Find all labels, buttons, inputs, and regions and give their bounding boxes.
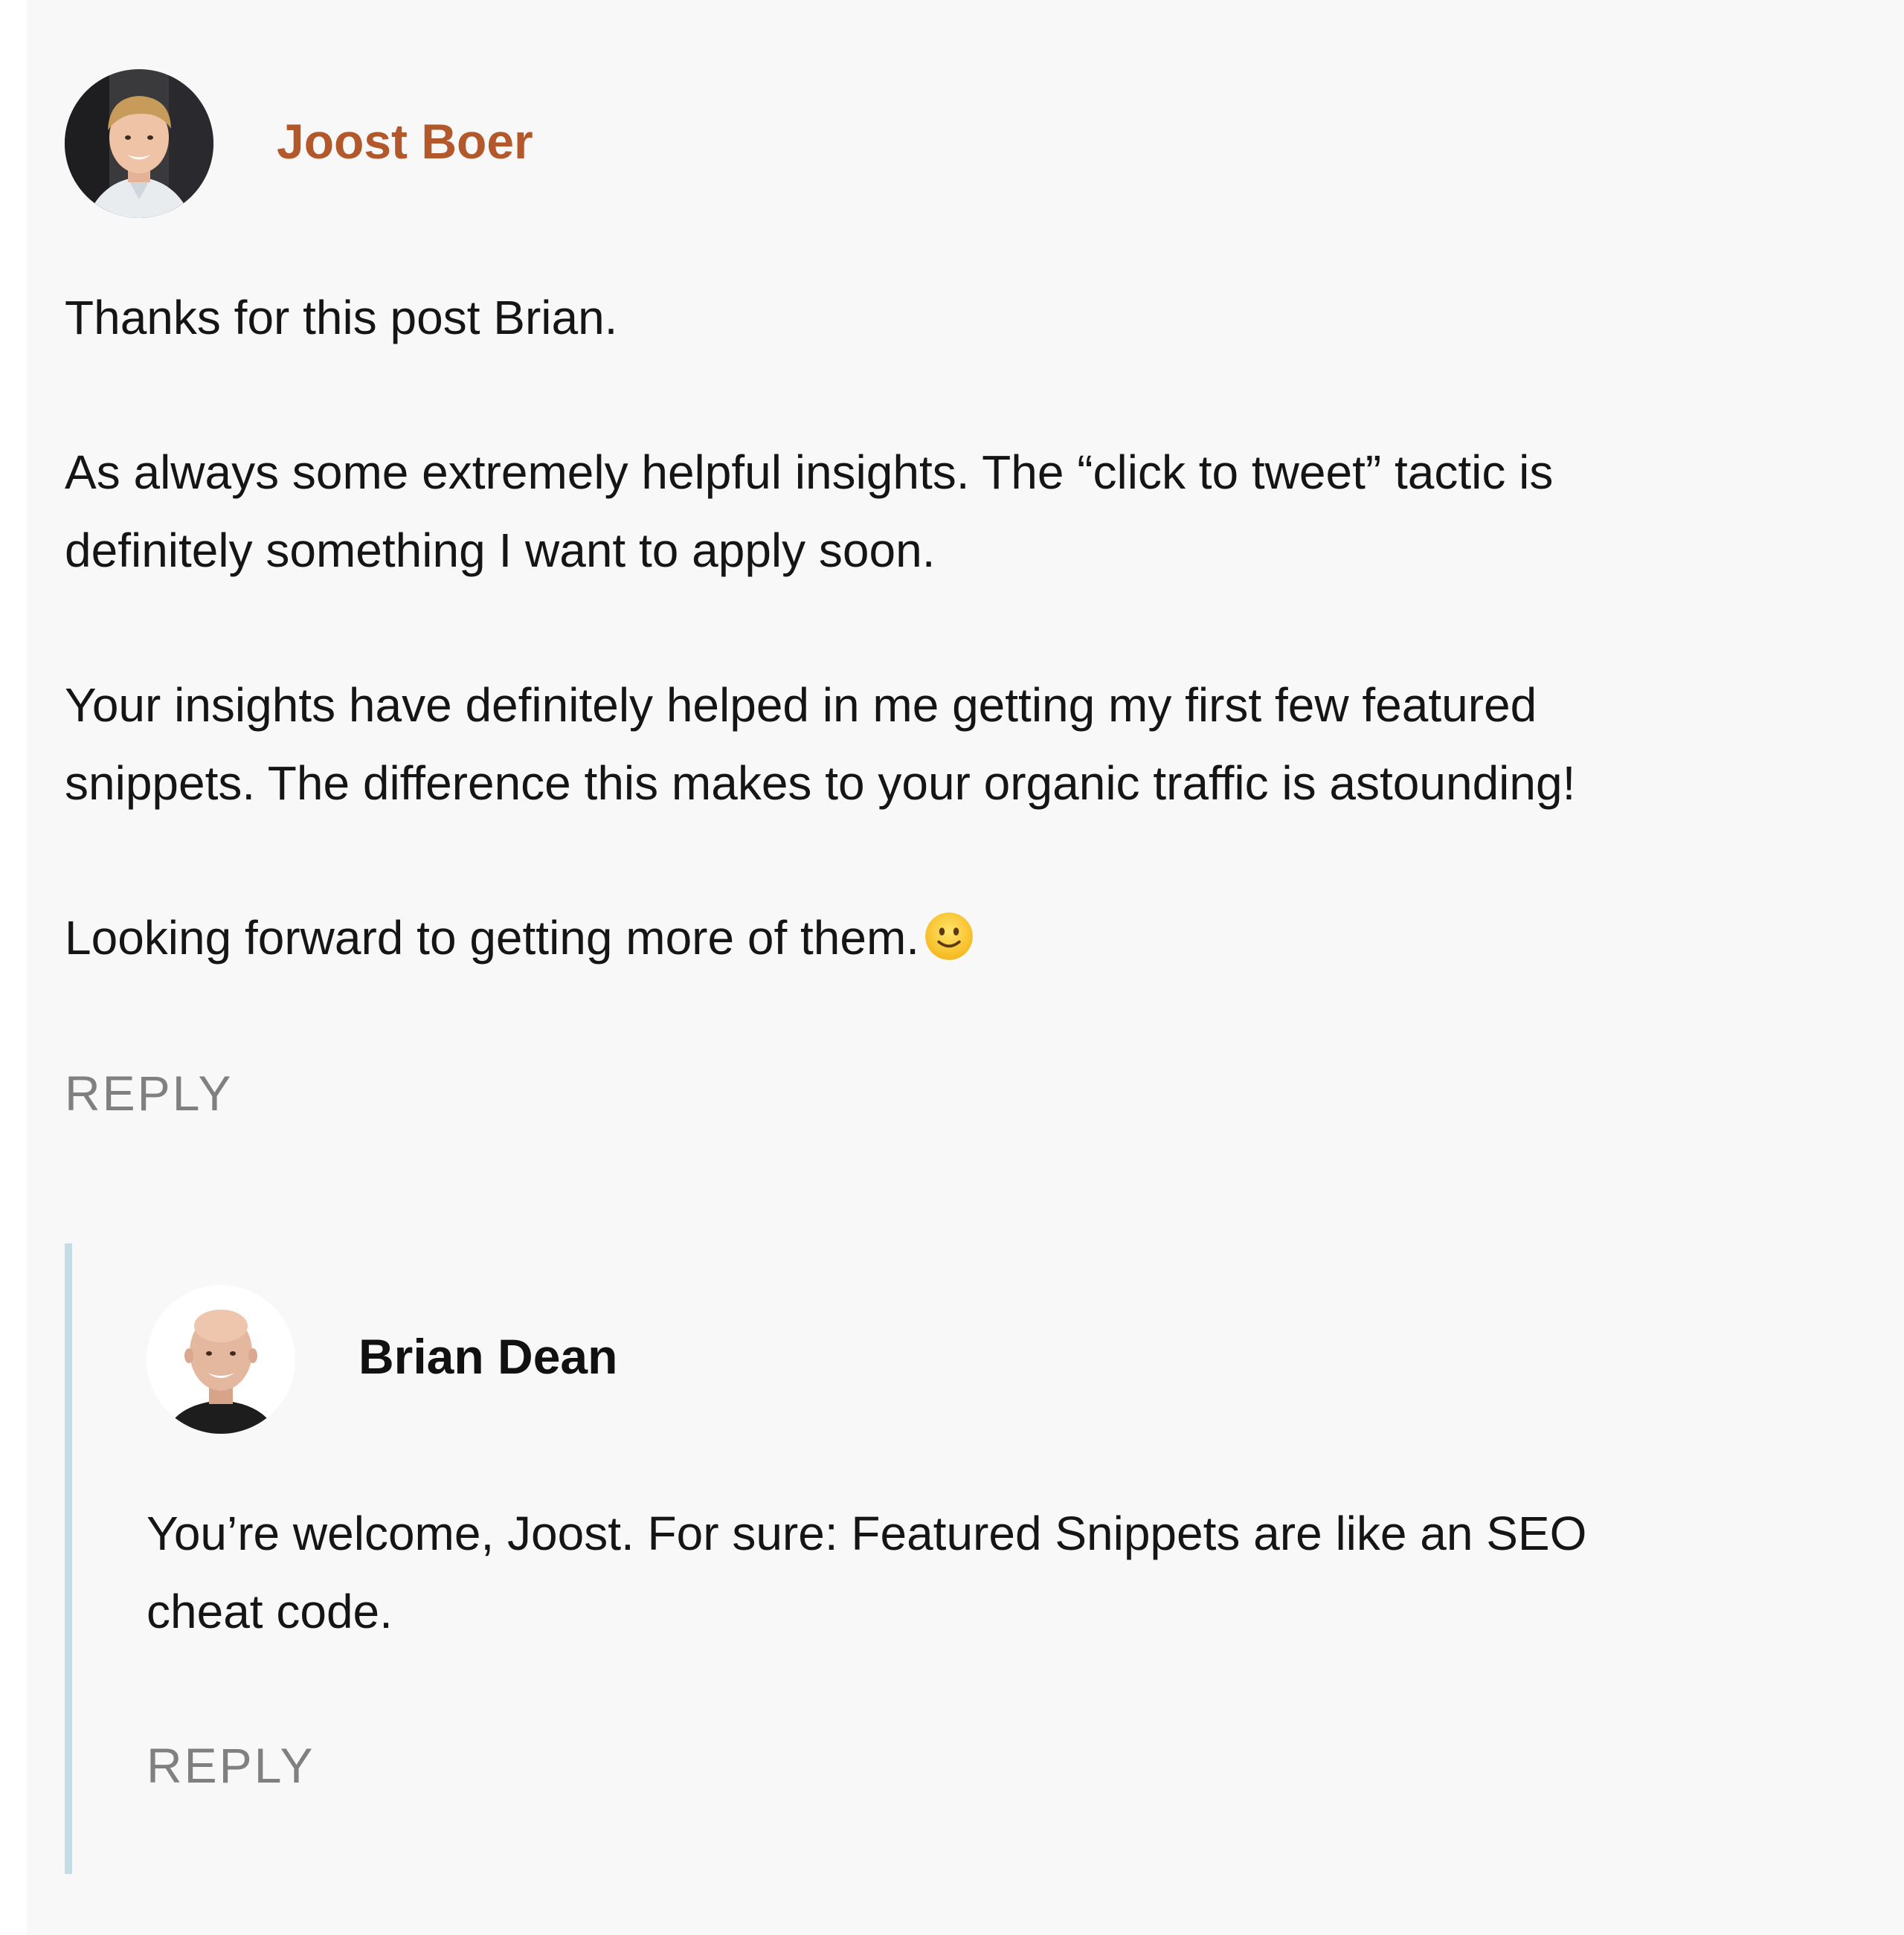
comment-paragraph: Thanks for this post Brian. [65, 291, 618, 344]
comment-line: Looking forward to getting more of them. [65, 911, 920, 965]
author-name-brian[interactable]: Brian Dean [358, 1327, 617, 1386]
author-name-joost[interactable]: Joost Boer [277, 112, 533, 171]
reply-thread-line [65, 1243, 72, 1874]
comment-paragraph: You’re welcome, Joost. For sure: Feature… [147, 1495, 1586, 1651]
comment-line: As always some extremely helpful insight… [65, 445, 1554, 499]
slightly-smiling-face-icon [925, 912, 973, 960]
comment-paragraph: As always some extremely helpful insight… [65, 434, 1575, 590]
comment-paragraph: Looking forward to getting more of them. [65, 899, 1575, 977]
comment-line: You’re welcome, Joost. For sure: Feature… [147, 1507, 1587, 1560]
comment-body-brian: You’re welcome, Joost. For sure: Feature… [147, 1495, 1586, 1651]
comment-line: Your insights have definitely helped in … [65, 678, 1537, 732]
avatar-brian[interactable] [147, 1285, 295, 1434]
comment-paragraph: Your insights have definitely helped in … [65, 666, 1575, 822]
reply-button-brian[interactable]: REPLY [147, 1736, 315, 1795]
comment-line: cheat code. [147, 1585, 393, 1638]
avatar-joost[interactable] [65, 69, 213, 218]
reply-button-joost[interactable]: REPLY [65, 1063, 234, 1123]
comment-line: snippets. The difference this makes to y… [65, 756, 1576, 810]
comment-body-joost: Thanks for this post Brian. As always so… [65, 279, 1575, 977]
comment-line: definitely something I want to apply soo… [65, 524, 936, 577]
